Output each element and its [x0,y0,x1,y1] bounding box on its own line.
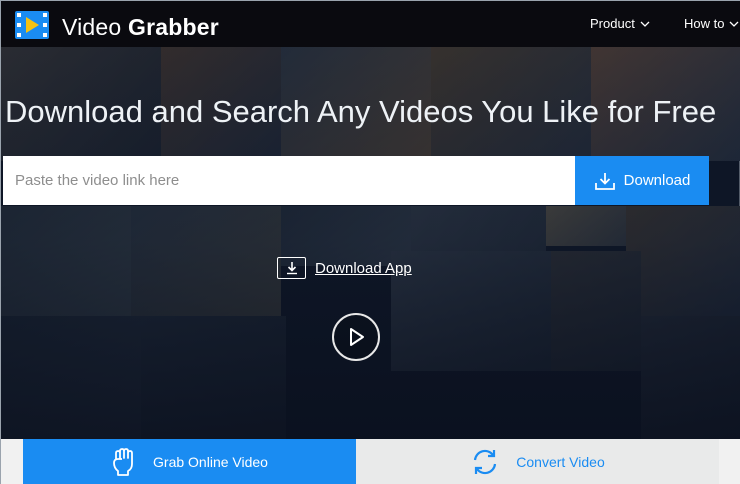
nav-how-to-label: How to [684,16,725,31]
chevron-down-icon [640,21,650,27]
play-icon [350,328,364,346]
download-button[interactable]: Download [575,156,709,205]
brand-name[interactable]: Video Grabber [62,14,219,41]
tab-convert-video[interactable]: Convert Video [356,439,719,484]
download-icon [594,172,615,190]
brand-name-bold: Grabber [128,14,219,40]
video-grabber-logo-icon[interactable] [13,9,53,41]
nav-product[interactable]: Product [590,16,650,31]
brand-name-light: Video [62,14,128,40]
tab-grab-online-video-label: Grab Online Video [153,454,268,470]
background-overlay [1,1,740,439]
download-button-label: Download [623,172,691,189]
tab-grab-online-video[interactable]: Grab Online Video [23,439,356,484]
download-app-icon [277,257,306,279]
download-app-label: Download App [315,259,412,277]
nav-product-label: Product [590,16,635,31]
top-header: Video Grabber Product How to [1,1,740,47]
nav-how-to[interactable]: How to [684,16,739,31]
convert-arrows-icon [474,449,497,475]
download-app-link[interactable]: Download App [277,257,412,279]
fist-icon [113,448,133,476]
hero-title: Download and Search Any Videos You Like … [5,94,717,129]
tab-convert-video-label: Convert Video [516,454,605,470]
chevron-down-icon [730,21,739,27]
feature-tabs: Grab Online Video Convert Video [1,439,740,484]
video-link-input[interactable] [3,156,575,205]
play-video-button[interactable] [332,313,380,361]
